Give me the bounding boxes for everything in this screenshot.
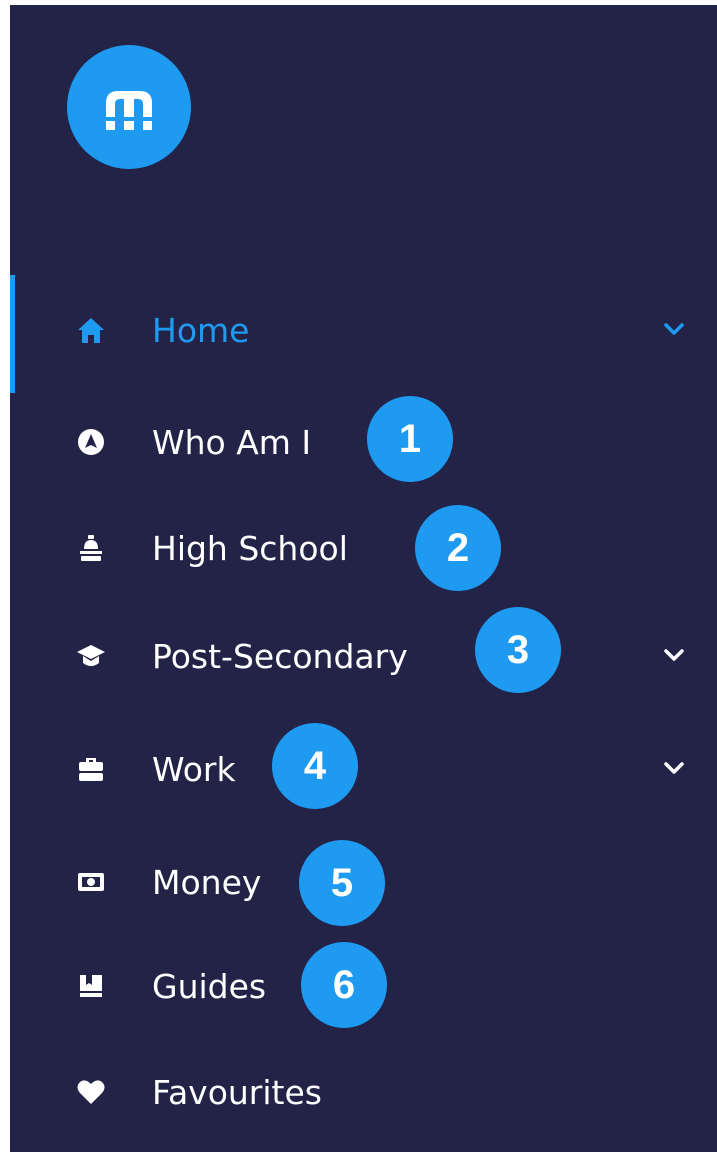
callout-badge-3: 3 — [475, 607, 561, 693]
nav-label-guides: Guides — [152, 967, 267, 1006]
nav-label-money: Money — [152, 863, 262, 902]
graduation-cap-icon — [76, 641, 106, 671]
callout-badge-6: 6 — [301, 942, 387, 1028]
callout-badge-5: 5 — [299, 840, 385, 926]
nav-label-work: Work — [152, 750, 236, 789]
chevron-down-icon[interactable] — [662, 643, 686, 667]
callout-badge-1: 1 — [367, 396, 453, 482]
chevron-down-icon[interactable] — [662, 317, 686, 341]
m-logo-icon[interactable] — [67, 45, 191, 169]
nav-item-who-am-i[interactable]: Who Am I — [10, 413, 717, 473]
heart-icon — [76, 1077, 106, 1107]
nav-item-home[interactable]: Home — [10, 301, 717, 361]
briefcase-icon — [76, 754, 106, 784]
nav-label-home: Home — [152, 311, 250, 350]
home-icon — [76, 315, 106, 345]
book-icon — [76, 971, 106, 1001]
nav-label-post-secondary: Post-Secondary — [152, 637, 408, 676]
sidebar: Home Who Am I High School Post-Secondary… — [10, 5, 717, 1152]
nav-label-who-am-i: Who Am I — [152, 423, 312, 462]
nav-item-post-secondary[interactable]: Post-Secondary — [10, 627, 717, 687]
nav-label-favourites: Favourites — [152, 1073, 322, 1112]
callout-badge-2: 2 — [415, 505, 501, 591]
nav-item-high-school[interactable]: High School — [10, 519, 717, 579]
nav-item-work[interactable]: Work — [10, 740, 717, 800]
chevron-down-icon[interactable] — [662, 756, 686, 780]
compass-icon — [76, 427, 106, 457]
nav-label-high-school: High School — [152, 529, 348, 568]
callout-badge-4: 4 — [272, 723, 358, 809]
school-bag-icon — [76, 533, 106, 563]
nav-item-favourites[interactable]: Favourites — [10, 1063, 717, 1123]
money-icon — [76, 867, 106, 897]
